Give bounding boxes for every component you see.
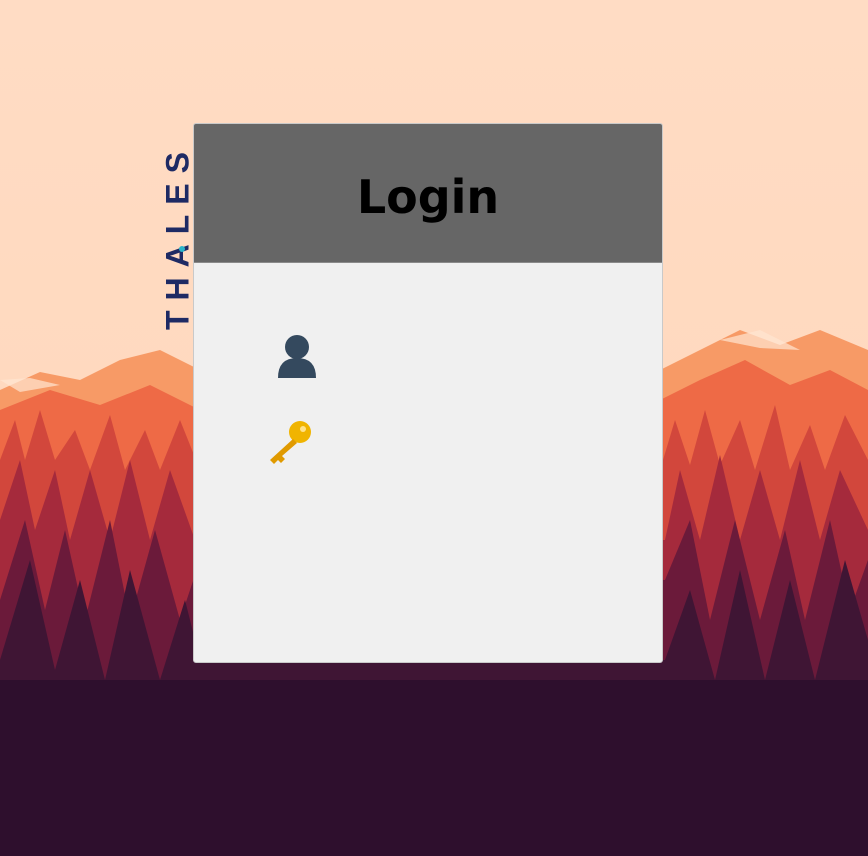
ground — [0, 680, 868, 856]
username-field[interactable] — [264, 330, 594, 378]
key-icon — [264, 418, 324, 466]
username-input[interactable] — [334, 336, 588, 374]
thales-logo: THALES — [158, 128, 198, 344]
password-input[interactable] — [334, 424, 588, 462]
brand-name: THALES — [159, 142, 196, 330]
user-icon — [264, 330, 324, 378]
brand-accent-dot — [179, 246, 185, 252]
password-field[interactable] — [264, 418, 594, 466]
page-title: Login — [356, 170, 500, 224]
login-card: Login — [193, 123, 663, 663]
login-header: Login — [194, 124, 662, 263]
